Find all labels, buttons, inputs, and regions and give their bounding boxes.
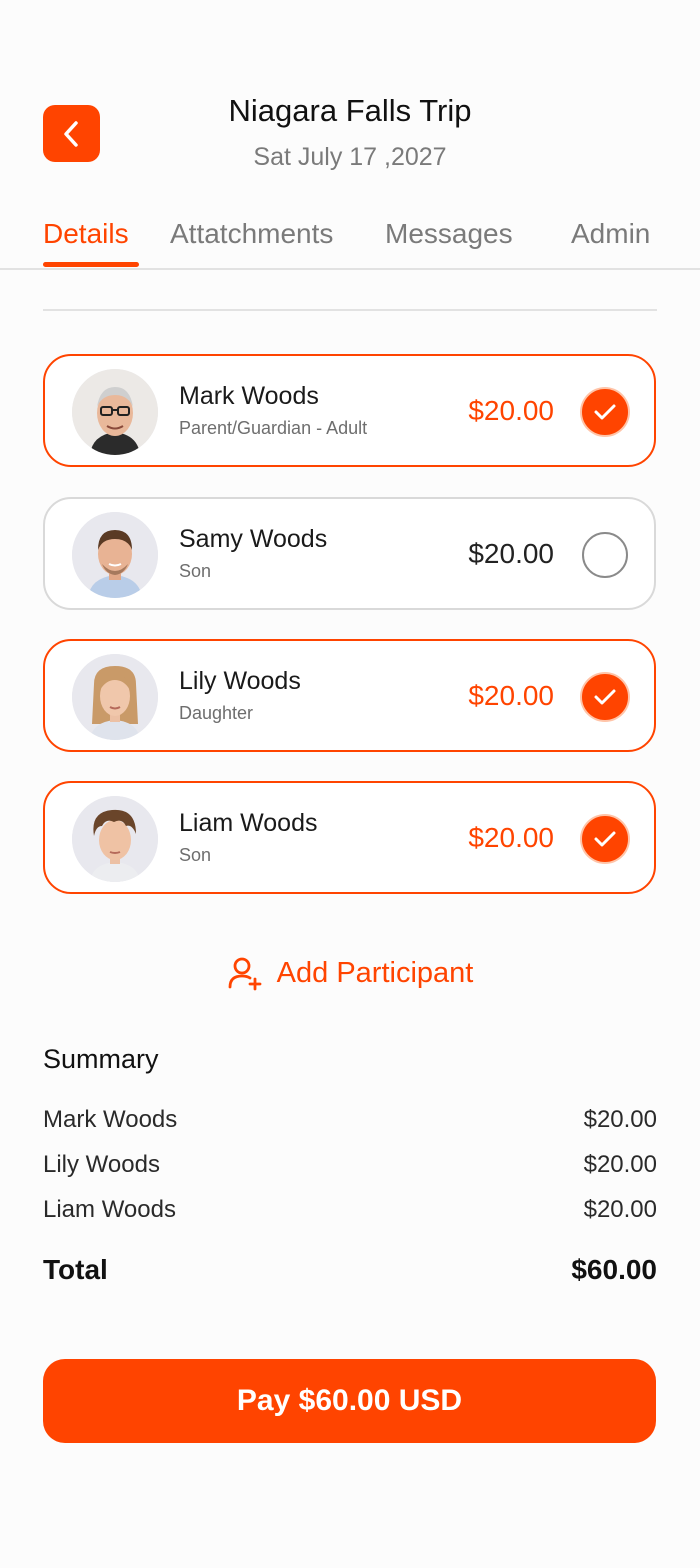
summary-row-name: Lily Woods (43, 1151, 160, 1178)
selected-checkbox[interactable] (582, 816, 628, 862)
participant-price: $20.00 (468, 538, 554, 569)
add-participant-label: Add Participant (276, 956, 474, 989)
participant-price: $20.00 (468, 395, 554, 426)
tab-bar: Details Attatchments Messages Admin (0, 212, 700, 270)
participant-card[interactable]: Lily Woods Daughter $20.00 (43, 639, 656, 752)
participant-card[interactable]: Samy Woods Son $20.00 (43, 497, 656, 610)
checkmark-icon (594, 404, 616, 420)
selected-checkbox[interactable] (582, 674, 628, 720)
tab-messages[interactable]: Messages (385, 218, 513, 250)
summary-row-amount: $20.00 (583, 1106, 657, 1133)
participant-role: Son (179, 561, 212, 581)
trip-date: Sat July 17 ,2027 (253, 143, 447, 171)
total-row: Total $60.00 (43, 1254, 657, 1286)
unselected-checkbox[interactable] (582, 532, 628, 578)
summary-row: Liam Woods $20.00 (43, 1196, 657, 1224)
avatar (72, 796, 158, 882)
participant-name: Lily Woods (179, 667, 301, 695)
summary-row-amount: $20.00 (583, 1196, 657, 1223)
participant-role: Son (179, 845, 212, 865)
summary-title: Summary (43, 1044, 159, 1074)
summary-row-name: Mark Woods (43, 1106, 178, 1133)
participant-price: $20.00 (468, 680, 554, 711)
summary-row-name: Liam Woods (43, 1196, 176, 1223)
page-title: Niagara Falls Trip (228, 93, 472, 128)
selected-checkbox[interactable] (582, 389, 628, 435)
participant-name: Mark Woods (179, 382, 319, 410)
total-label: Total (43, 1254, 108, 1285)
checkmark-icon (594, 689, 616, 705)
summary-row: Mark Woods $20.00 (43, 1106, 657, 1134)
divider (43, 309, 657, 311)
add-participant-button[interactable]: Add Participant (0, 955, 700, 991)
avatar (72, 369, 158, 455)
summary-row: Lily Woods $20.00 (43, 1151, 657, 1179)
active-tab-indicator (43, 262, 139, 267)
participant-card[interactable]: Mark Woods Parent/Guardian - Adult $20.0… (43, 354, 656, 467)
tab-details[interactable]: Details (43, 218, 129, 250)
avatar (72, 654, 158, 740)
participant-role: Daughter (179, 703, 254, 723)
participant-price: $20.00 (468, 822, 554, 853)
total-amount: $60.00 (571, 1254, 657, 1285)
participant-role: Parent/Guardian - Adult (179, 418, 368, 438)
checkmark-icon (594, 831, 616, 847)
add-user-icon (228, 957, 262, 991)
avatar (72, 512, 158, 598)
participant-name: Samy Woods (179, 525, 328, 553)
summary-row-amount: $20.00 (583, 1151, 657, 1178)
participant-name: Liam Woods (179, 809, 318, 837)
tab-attachments[interactable]: Attatchments (170, 218, 333, 250)
tab-admin[interactable]: Admin (571, 218, 650, 250)
header: Niagara Falls Trip Sat July 17 ,2027 (0, 0, 700, 200)
participant-card[interactable]: Liam Woods Son $20.00 (43, 781, 656, 894)
pay-button[interactable]: Pay $60.00 USD (43, 1359, 656, 1443)
